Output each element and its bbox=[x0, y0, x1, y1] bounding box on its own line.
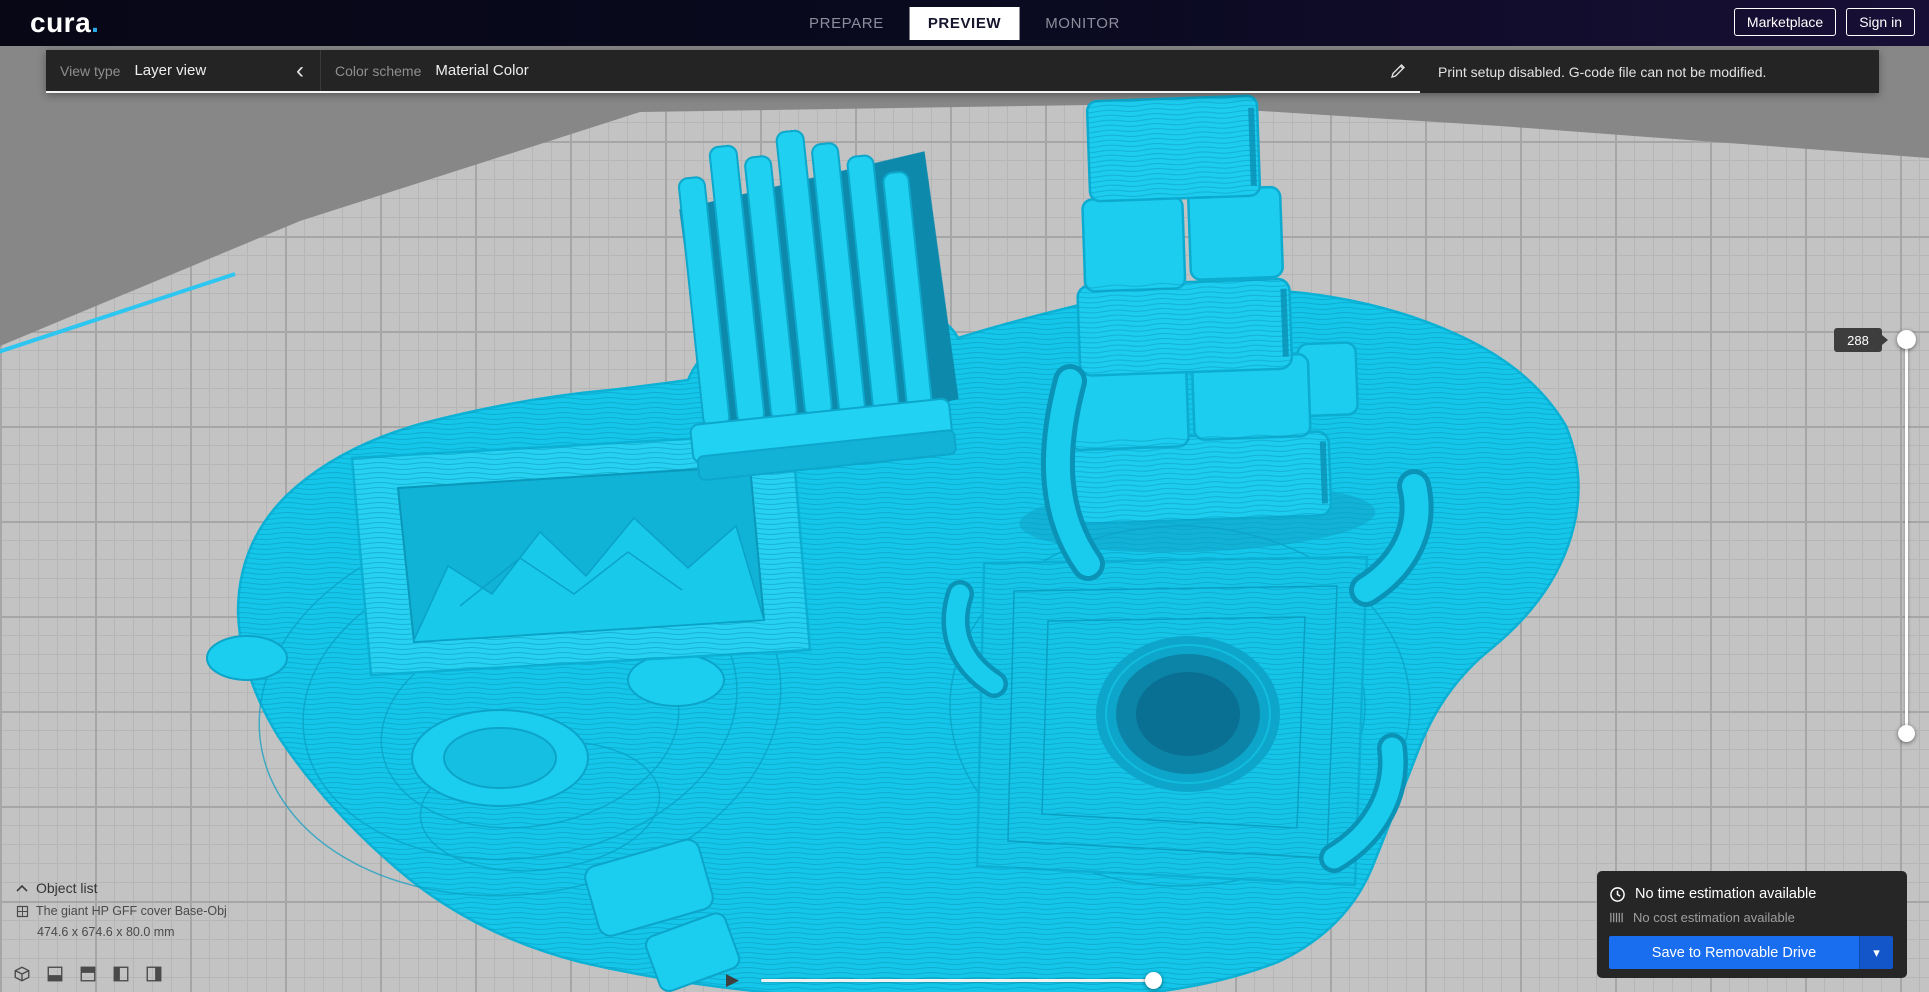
caret-up-icon bbox=[16, 884, 28, 892]
view-right-icon[interactable] bbox=[144, 964, 164, 984]
camera-view-buttons bbox=[12, 964, 164, 984]
top-bar: cura. PREPARE PREVIEW MONITOR Marketplac… bbox=[0, 0, 1929, 46]
mesh-icon bbox=[16, 905, 29, 917]
clock-icon bbox=[1610, 886, 1625, 902]
layer-slider-upper-handle[interactable] bbox=[1897, 330, 1916, 349]
simulation-slider-track[interactable] bbox=[761, 971, 1163, 989]
play-button[interactable]: ▶ bbox=[726, 968, 739, 992]
save-to-removable-drive-button[interactable]: Save to Removable Drive bbox=[1609, 936, 1859, 969]
print-setup-notice: Print setup disabled. G-code file can no… bbox=[1438, 63, 1767, 80]
stage-tabs: PREPARE PREVIEW MONITOR bbox=[791, 0, 1138, 46]
toolbar-left: View type Layer view ‹ Color scheme Mate… bbox=[46, 50, 1420, 93]
scene-canvas bbox=[0, 46, 1929, 992]
color-scheme-value: Material Color bbox=[435, 62, 529, 79]
layer-slider-lower-handle[interactable] bbox=[1898, 725, 1915, 742]
3d-viewport[interactable] bbox=[0, 46, 1929, 992]
tab-prepare[interactable]: PREPARE bbox=[791, 7, 902, 40]
view-3d-icon[interactable] bbox=[12, 964, 32, 984]
view-type-dropdown[interactable]: View type Layer view ‹ bbox=[46, 50, 320, 91]
color-scheme-label: Color scheme bbox=[335, 62, 422, 79]
view-type-label: View type bbox=[60, 62, 121, 79]
tab-monitor[interactable]: MONITOR bbox=[1027, 7, 1138, 40]
output-action-panel: No time estimation available No cost est… bbox=[1597, 871, 1907, 978]
object-dimensions: 474.6 x 674.6 x 80.0 mm bbox=[37, 925, 175, 939]
collapse-toolbar-icon[interactable]: ‹ bbox=[294, 58, 306, 82]
layer-slider-track[interactable] bbox=[1905, 340, 1908, 734]
object-list-toggle[interactable]: Object list bbox=[16, 880, 227, 896]
time-estimate-text: No time estimation available bbox=[1635, 886, 1817, 902]
view-front-icon[interactable] bbox=[45, 964, 65, 984]
marketplace-button[interactable]: Marketplace bbox=[1733, 8, 1837, 36]
object-list-title: Object list bbox=[36, 880, 98, 896]
color-scheme-dropdown[interactable]: Color scheme Material Color bbox=[320, 50, 1420, 91]
view-top-icon[interactable] bbox=[78, 964, 98, 984]
tab-preview[interactable]: PREVIEW bbox=[909, 6, 1020, 40]
model-slats[interactable] bbox=[660, 117, 964, 481]
object-list-item[interactable]: The giant HP GFF cover Base-Obj bbox=[16, 904, 227, 918]
simulation-playback: ▶ bbox=[726, 968, 1163, 992]
cura-app-window: cura. PREPARE PREVIEW MONITOR Marketplac… bbox=[0, 0, 1929, 992]
view-left-icon[interactable] bbox=[111, 964, 131, 984]
simulation-slider-handle[interactable] bbox=[1145, 971, 1163, 989]
top-bar-actions: Marketplace Sign in bbox=[1733, 8, 1915, 36]
signin-button[interactable]: Sign in bbox=[1846, 8, 1915, 36]
object-list-panel: Object list The giant HP GFF cover Base-… bbox=[16, 880, 227, 939]
cura-logo: cura. bbox=[30, 7, 100, 38]
edit-pencil-icon[interactable] bbox=[1390, 63, 1406, 79]
layer-number-badge: 288 bbox=[1834, 328, 1888, 352]
save-action-row: Save to Removable Drive ▾ bbox=[1609, 936, 1893, 969]
cost-estimate-text: No cost estimation available bbox=[1633, 909, 1795, 925]
material-cost-icon bbox=[1610, 912, 1623, 922]
save-options-dropdown[interactable]: ▾ bbox=[1859, 936, 1893, 969]
view-type-value: Layer view bbox=[134, 62, 207, 79]
logo-dot: . bbox=[91, 7, 100, 38]
preview-toolbar: View type Layer view ‹ Color scheme Mate… bbox=[46, 50, 1879, 93]
object-name: The giant HP GFF cover Base-Obj bbox=[36, 904, 227, 918]
